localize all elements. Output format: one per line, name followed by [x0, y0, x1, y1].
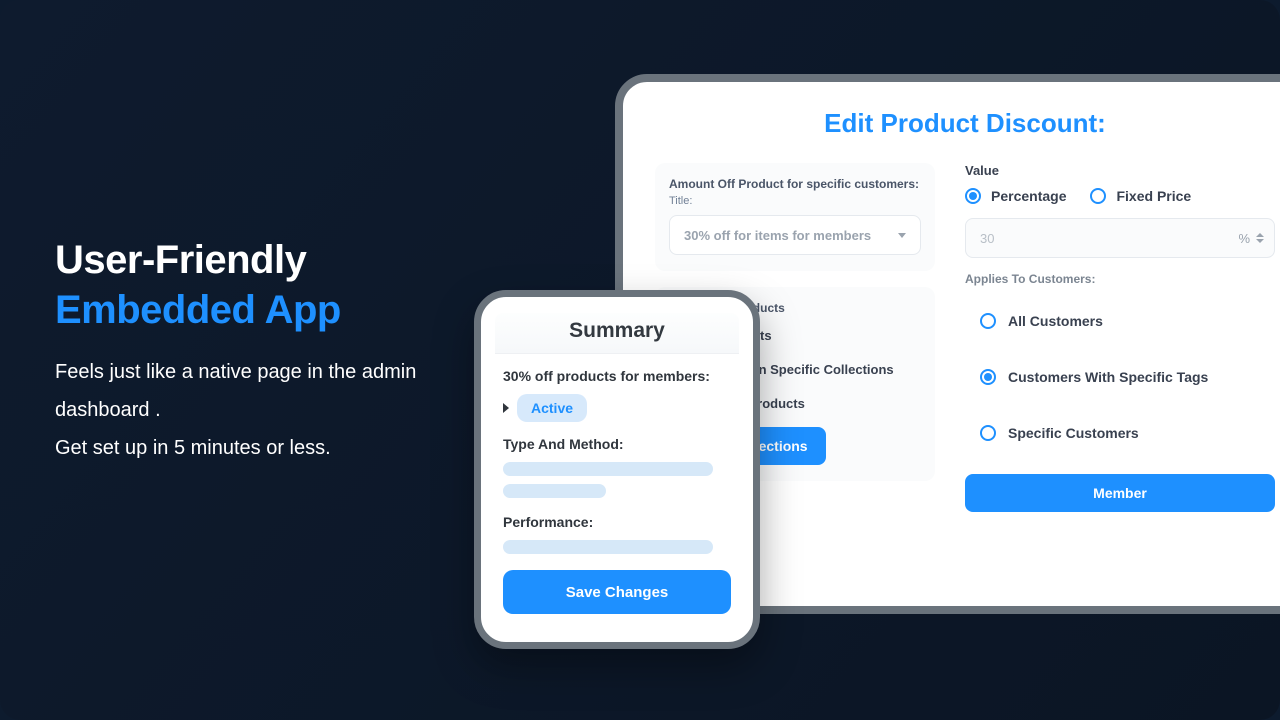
radio-customers-tags[interactable]: Customers With Specific Tags — [965, 354, 1275, 400]
radio-fixed-price[interactable]: Fixed Price — [1090, 188, 1191, 204]
radio-specific-customers[interactable]: Specific Customers — [965, 410, 1275, 456]
status-badge: Active — [517, 394, 587, 422]
value-label: Value — [965, 163, 1275, 178]
type-method-placeholder — [503, 462, 731, 498]
type-method-label: Type And Method: — [503, 436, 731, 452]
value-amount-input[interactable]: 30 % — [965, 218, 1275, 258]
radio-icon — [965, 188, 981, 204]
title-select[interactable]: 30% off for items for members — [669, 215, 921, 255]
amount-off-card: Amount Off Product for specific customer… — [655, 163, 935, 271]
radio-icon — [1090, 188, 1106, 204]
stepper-icon[interactable] — [1256, 233, 1264, 243]
triangle-right-icon[interactable] — [503, 403, 509, 413]
chevron-down-icon — [898, 233, 906, 238]
performance-placeholder — [503, 540, 731, 554]
summary-heading: Summary — [495, 313, 739, 354]
hero-line1: User-Friendly — [55, 238, 306, 282]
radio-percentage[interactable]: Percentage — [965, 188, 1066, 204]
hero-line2: Embedded App — [55, 288, 341, 332]
title-select-value: 30% off for items for members — [684, 228, 871, 243]
radio-icon — [980, 425, 996, 441]
page-title: Edit Product Discount: — [655, 108, 1275, 139]
member-button[interactable]: Member — [965, 474, 1275, 512]
performance-label: Performance: — [503, 514, 731, 530]
hero-copy: User-Friendly Embedded App Feels just li… — [55, 235, 425, 467]
radio-all-customers[interactable]: All Customers — [965, 298, 1275, 344]
radio-icon — [980, 313, 996, 329]
value-amount: 30 — [980, 231, 1232, 246]
title-label: Title: — [669, 195, 921, 207]
hero-title: User-Friendly Embedded App — [55, 235, 425, 335]
value-unit: % — [1232, 231, 1256, 246]
summary-card: Summary 30% off products for members: Ac… — [474, 290, 760, 649]
hero-body: Feels just like a native page in the adm… — [55, 353, 425, 467]
save-changes-button[interactable]: Save Changes — [503, 570, 731, 614]
summary-title: 30% off products for members: — [503, 368, 731, 384]
applies-customers-label: Applies To Customers: — [965, 272, 1275, 286]
radio-icon — [980, 369, 996, 385]
amount-off-label: Amount Off Product for specific customer… — [669, 177, 921, 191]
